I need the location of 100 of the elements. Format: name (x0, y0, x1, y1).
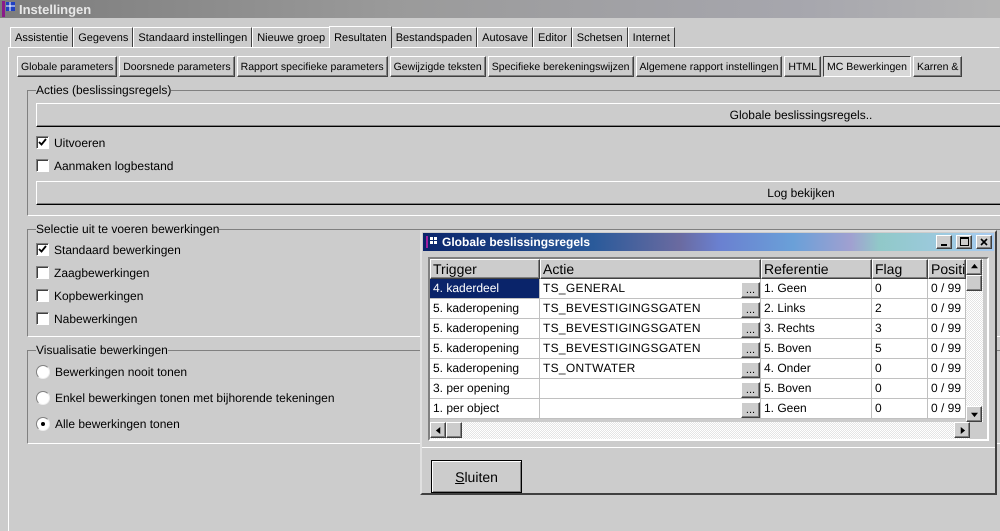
app-icon (2, 1, 16, 17)
window-title: Instellingen (19, 2, 92, 16)
tab[interactable]: Editor (533, 27, 572, 47)
action-text: TS_GENERAL (542, 280, 626, 297)
scroll-up-icon[interactable] (966, 258, 982, 275)
table-cell: 0 / 99 (928, 338, 966, 359)
checkbox[interactable] (36, 266, 49, 279)
subtab-button[interactable]: Rapport specifieke parameters (236, 56, 388, 77)
action-button[interactable]: Globale beslissingsregels.. (36, 103, 1000, 127)
scroll-thumb[interactable] (446, 422, 462, 438)
subtab-button[interactable]: Globale parameters (17, 56, 118, 77)
action-text: TS_BEVESTIGINGSGATEN (542, 300, 702, 317)
subtab-button[interactable]: Karren & (912, 56, 962, 77)
table-cell: 2 (872, 298, 928, 319)
table-cell: 1. Geen (761, 398, 872, 419)
subtab-button[interactable]: Doorsnede parameters (119, 56, 235, 77)
tab[interactable]: Nieuwe groep (252, 27, 330, 47)
table-cell: 4. kaderdeel (430, 278, 540, 299)
table-cell: 5. kaderopening (430, 298, 540, 319)
table-cell: 3. Rechts (761, 318, 872, 339)
horizontal-scrollbar[interactable] (430, 422, 970, 439)
action-button[interactable]: Log bekijken (36, 181, 1000, 205)
checkbox[interactable] (36, 136, 49, 149)
scroll-right-icon[interactable] (954, 422, 970, 438)
tab[interactable]: Bestandspaden (390, 27, 478, 47)
browse-button[interactable]: ... (741, 362, 760, 378)
minimize-button[interactable] (936, 234, 952, 249)
close-icon (980, 238, 988, 246)
table-cell: 4. Onder (761, 358, 872, 379)
action-text: TS_BEVESTIGINGSGATEN (542, 320, 702, 337)
table-cell: 5. kaderopening (430, 318, 540, 339)
table-cell: 0 (872, 398, 928, 419)
subtab-button[interactable]: Algemene rapport instellingen (636, 56, 782, 77)
column-header[interactable]: Actie (540, 258, 761, 279)
table-cell: 0 / 99 (928, 318, 966, 339)
radio-label: Bewerkingen nooit tonen (55, 365, 188, 379)
browse-button[interactable]: ... (741, 302, 760, 318)
checkbox-label: Standaard bewerkingen (54, 242, 181, 256)
table-cell: 0 / 99 (928, 278, 966, 299)
maximize-icon (960, 237, 968, 246)
table-cell: 0 / 99 (928, 358, 966, 379)
browse-button[interactable]: ... (741, 382, 760, 398)
maximize-button[interactable] (956, 234, 972, 249)
subtab-button[interactable]: Gewijzigde teksten (390, 56, 486, 77)
table-cell: 5 (872, 338, 928, 359)
radio-label: Enkel bewerkingen tonen met bijhorende tekeningen (55, 391, 335, 405)
radio-label: Alle bewerkingen tonen (55, 417, 180, 431)
table-cell: 0 / 99 (928, 378, 966, 399)
tab[interactable]: Resultaten (329, 26, 392, 48)
checkbox-label: Aanmaken logbestand (54, 158, 174, 172)
browse-button[interactable]: ... (741, 402, 760, 418)
scroll-thumb[interactable] (966, 274, 982, 291)
group-title: Selectie uit te voeren bewerkingen (36, 222, 220, 236)
table-cell: 1. per object (430, 398, 540, 419)
column-header[interactable]: Flag (872, 258, 928, 279)
table-cell: 0 / 99 (928, 298, 966, 319)
close-dialog-button[interactable]: Sluiten (431, 460, 522, 493)
radio-button[interactable] (36, 391, 50, 405)
tab[interactable]: Autosave (477, 27, 534, 47)
minimize-icon (941, 244, 947, 246)
checkbox[interactable] (36, 159, 49, 172)
table-cell: 5. Boven (761, 338, 872, 359)
radio-button[interactable] (36, 365, 50, 379)
checkbox-label: Kopbewerkingen (54, 288, 144, 302)
tab[interactable]: Standaard instellingen (133, 27, 252, 47)
table-cell: 3. per opening (430, 378, 540, 399)
checkbox[interactable] (36, 289, 49, 302)
checkbox[interactable] (36, 312, 49, 325)
tab[interactable]: Internet (628, 27, 675, 47)
table-cell: 0 (872, 378, 928, 399)
vertical-scrollbar[interactable] (966, 258, 983, 422)
close-button[interactable] (976, 234, 992, 249)
column-header[interactable]: Positi (928, 258, 966, 279)
subtab-button[interactable]: Specifieke berekeningswijzen (488, 56, 634, 77)
tab[interactable]: Assistentie (10, 27, 74, 47)
radio-button[interactable] (36, 417, 50, 431)
browse-button[interactable]: ... (741, 342, 760, 358)
table-cell: 0 / 99 (928, 398, 966, 419)
browse-button[interactable]: ... (741, 282, 760, 298)
checkbox[interactable] (36, 243, 49, 256)
table-cell: 3 (872, 318, 928, 339)
action-text: TS_ONTWATER (542, 360, 637, 377)
app-icon (426, 236, 438, 248)
table-cell: 0 (872, 278, 928, 299)
dialog-title: Globale beslissingsregels (442, 234, 592, 249)
column-header[interactable]: Referentie (761, 258, 872, 279)
column-header[interactable]: Trigger (430, 258, 540, 279)
table-cell: 5. kaderopening (430, 338, 540, 359)
table-cell: 1. Geen (761, 278, 872, 299)
subtab-button[interactable]: HTML (784, 56, 822, 77)
browse-button[interactable]: ... (741, 322, 760, 338)
table-cell: 5. Boven (761, 378, 872, 399)
tab[interactable]: Gegevens (73, 27, 134, 47)
table-cell: 2. Links (761, 298, 872, 319)
table-cell: 0 (872, 358, 928, 379)
subtab-button[interactable]: MC Bewerkingen (823, 56, 911, 77)
scroll-down-icon[interactable] (966, 406, 982, 422)
checkbox-label: Uitvoeren (54, 136, 106, 150)
scroll-left-icon[interactable] (430, 422, 446, 438)
tab[interactable]: Schetsen (572, 27, 628, 47)
